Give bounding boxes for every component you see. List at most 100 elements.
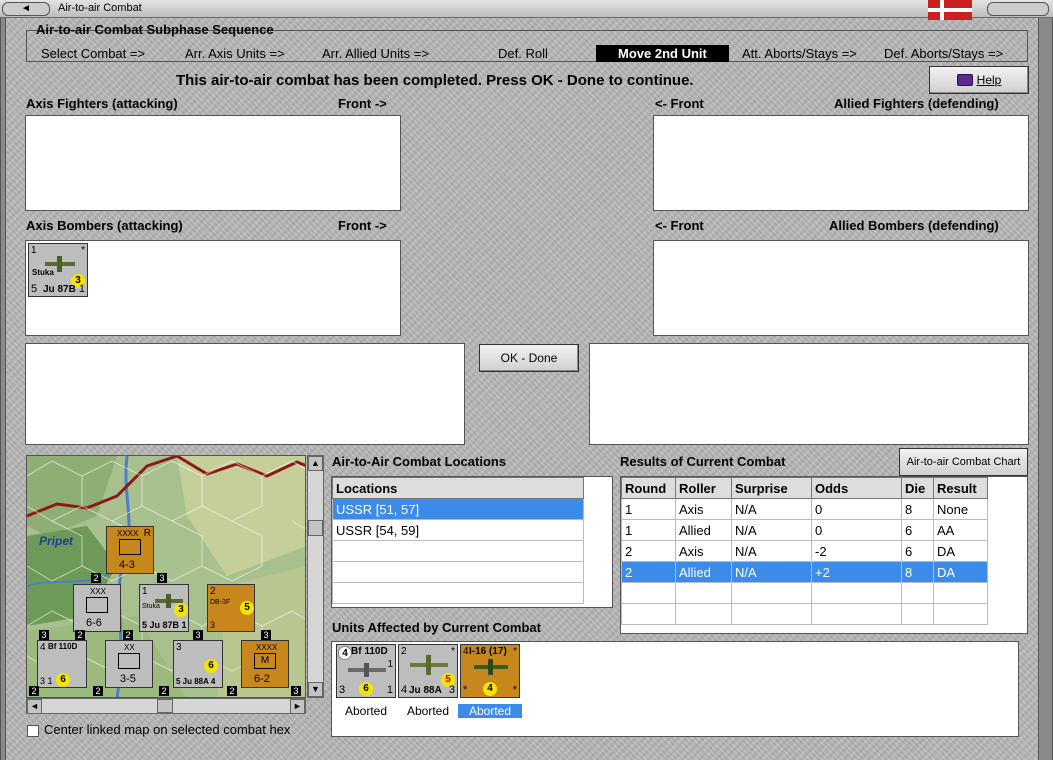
allied-fighters-box[interactable] [653, 115, 1029, 211]
plane-icon [348, 663, 386, 677]
allied-bombers-label: Allied Bombers (defending) [829, 218, 999, 233]
window-title: Air-to-air Combat [58, 2, 142, 14]
strength-circle: 6 [56, 673, 70, 687]
map-counter-bf110d[interactable]: 4 Bf 110D 6 3 1 [37, 640, 87, 688]
map-counter-army[interactable]: R XXXX 4-3 [106, 526, 154, 574]
air-combat-chart-button[interactable]: Air-to-air Combat Chart [899, 448, 1028, 476]
map-badge: 2 [159, 686, 169, 696]
allied-bombers-box[interactable] [653, 240, 1029, 336]
unit-top-right: 1 [387, 659, 393, 670]
affected-unit-ju88a[interactable]: 2 * 5 4 Ju 88A 3 [398, 644, 458, 698]
unit-top-left: 4 [463, 646, 469, 657]
map-badge: 2 [91, 573, 101, 583]
result-cell [933, 603, 988, 625]
map-counter-mountain-size: XXXX [256, 643, 278, 652]
location-row[interactable]: USSR [51, 57] [332, 498, 584, 520]
map-counter-corps[interactable]: XXX 6-6 [73, 584, 121, 632]
affected-unit-status: Aborted [406, 704, 450, 718]
results-header-result: Result [933, 477, 988, 499]
result-row[interactable]: 2 Allied N/A +2 8 DA [621, 561, 988, 583]
location-row[interactable] [332, 582, 584, 604]
map-counter-division-size: XX [124, 643, 135, 652]
axis-info-box [25, 343, 465, 445]
map-hscroll-thumb[interactable] [157, 699, 173, 713]
scroll-up-icon[interactable]: ▲ [308, 456, 323, 471]
unit-top-right: * [513, 646, 517, 657]
results-box[interactable]: Round Roller Surprise Odds Die Result 1A… [620, 476, 1028, 634]
unit-bottom-right: * [512, 684, 517, 696]
scroll-left-icon[interactable]: ◄ [27, 699, 42, 714]
location-cell [332, 561, 584, 583]
strength-circle: 5 [240, 601, 254, 615]
locations-list[interactable]: Locations USSR [51, 57] USSR [54, 59] [331, 476, 613, 608]
affected-title: Units Affected by Current Combat [332, 620, 541, 635]
step-select-combat: Select Combat => [41, 46, 146, 61]
map-badge: 2 [93, 686, 103, 696]
result-row[interactable]: 1 Axis N/A 0 8 None [621, 498, 988, 520]
results-table: Round Roller Surprise Odds Die Result 1A… [621, 477, 988, 625]
result-cell [933, 582, 988, 604]
affected-unit-bf110d[interactable]: 4 Bf 110D 1 3 6 1 [336, 644, 396, 698]
unit-top-left: 4 [338, 646, 352, 660]
map-counter-db3f[interactable]: 2 DB-3F 5 3 [207, 584, 255, 632]
map-counter-stuka[interactable]: 1 Stuka 3 5 Ju 87B 1 [139, 584, 189, 632]
unit-name: Bf 110D [351, 646, 388, 657]
affected-unit-i16[interactable]: 4 I-16 (17) * * 4 * [460, 644, 520, 698]
location-cell: USSR [51, 57] [332, 498, 584, 520]
result-cell: N/A [731, 519, 812, 541]
location-row[interactable] [332, 561, 584, 583]
axis-bombers-box[interactable]: 1 * Stuka 3 5 Ju 87B 1 [25, 240, 401, 336]
scroll-down-icon[interactable]: ▼ [308, 682, 323, 697]
axis-fighters-label: Axis Fighters (attacking) [26, 96, 178, 111]
map-vertical-scrollbar[interactable]: ▲ ▼ [307, 455, 324, 698]
result-row[interactable] [621, 603, 988, 625]
map-vscroll-thumb[interactable] [308, 520, 323, 536]
unit-top-right: * [451, 646, 455, 657]
axis-fighters-box[interactable] [25, 115, 401, 211]
map-horizontal-scrollbar[interactable]: ◄ ► [26, 698, 306, 714]
window-back-button[interactable]: ◄ [2, 2, 50, 16]
map-counter-division[interactable]: XX 3-5 [105, 640, 153, 688]
location-cell [332, 582, 584, 604]
result-cell [675, 582, 732, 604]
map-badge: 2 [29, 686, 39, 696]
result-cell [901, 582, 934, 604]
map-counter-db3f-bottom: 3 [210, 620, 216, 630]
result-cell [811, 603, 902, 625]
ok-done-button[interactable]: OK - Done [479, 344, 579, 372]
result-cell [731, 582, 812, 604]
location-row[interactable]: USSR [54, 59] [332, 519, 584, 541]
center-map-checkbox[interactable] [27, 725, 39, 737]
frame-right-edge [1038, 18, 1053, 760]
sequence-title: Air-to-air Combat Subphase Sequence [36, 22, 274, 37]
unit-bottom-left: 5 [31, 283, 38, 295]
result-row[interactable]: 1 Allied N/A 0 6 AA [621, 519, 988, 541]
location-row[interactable] [332, 540, 584, 562]
help-button[interactable]: Help [929, 66, 1029, 94]
strength-circle: 4 [483, 682, 497, 696]
map-badge: 3 [261, 630, 271, 640]
result-cell: 1 [621, 498, 676, 520]
axis-bombers-label: Axis Bombers (attacking) [26, 218, 183, 233]
step-arr-allied-units: Arr. Allied Units => [322, 46, 429, 61]
map-counter-division-strength: 3-5 [120, 673, 136, 685]
result-cell: N/A [731, 540, 812, 562]
result-row[interactable]: 2 Axis N/A -2 6 DA [621, 540, 988, 562]
result-cell: 8 [901, 498, 934, 520]
unit-bottom-left: * [463, 684, 468, 696]
result-row[interactable] [621, 582, 988, 604]
result-cell: N/A [731, 561, 812, 583]
map-counter-ju88a[interactable]: 3 6 5 Ju 88A 4 [173, 640, 223, 688]
scroll-right-icon[interactable]: ► [290, 699, 305, 714]
allied-fighters-front: <- Front [655, 96, 704, 111]
result-cell [731, 603, 812, 625]
linked-map[interactable]: Pripet R XXXX 4-3 XXX 6-6 1 Stuka 3 5 Ju… [26, 455, 306, 698]
unit-bottom-right: 1 [78, 283, 85, 295]
result-cell [811, 582, 902, 604]
plane-icon [410, 655, 448, 675]
map-counter-mountain-army[interactable]: XXXX M 6-2 [241, 640, 289, 688]
unit-counter-ju87b[interactable]: 1 * Stuka 3 5 Ju 87B 1 [28, 243, 88, 297]
map-counter-army-size: XXXX [117, 529, 139, 538]
map-counter-bf110d-bottom: 3 1 [40, 676, 53, 686]
window-controls[interactable] [987, 2, 1049, 16]
